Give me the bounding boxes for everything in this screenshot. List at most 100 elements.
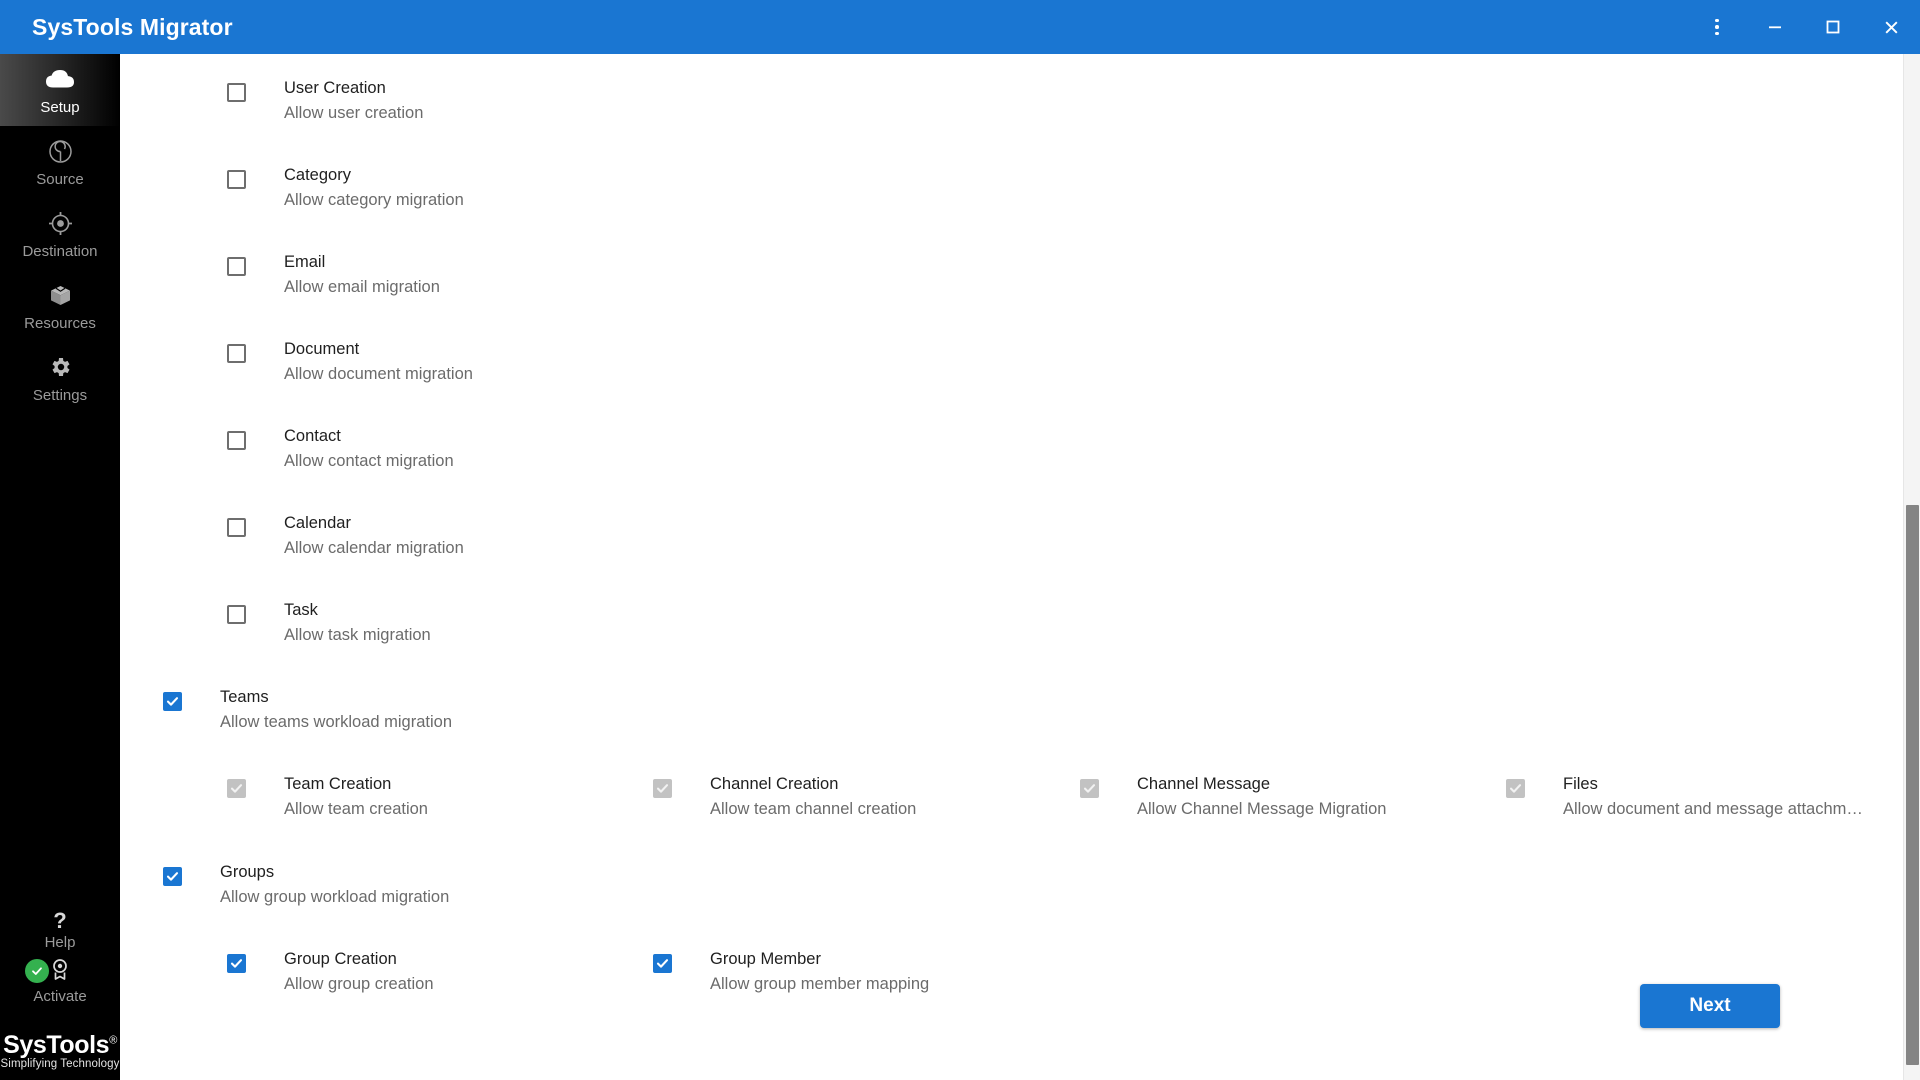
workload-labels: Calendar Allow calendar migration bbox=[284, 514, 464, 558]
cloud-icon bbox=[45, 66, 75, 92]
close-button[interactable] bbox=[1862, 0, 1920, 54]
application-window: SysTools Migrator Setup Source Destinati… bbox=[0, 0, 1920, 1080]
workload-title: Email bbox=[284, 253, 326, 271]
workload-row-group-creation[interactable]: Group Creation Allow group creation bbox=[227, 950, 627, 994]
workload-labels: Document Allow document migration bbox=[284, 340, 473, 384]
sidebar-item-resources[interactable]: Resources bbox=[0, 270, 120, 342]
workload-title: Files bbox=[1563, 775, 1598, 793]
app-title: SysTools Migrator bbox=[32, 13, 233, 40]
scrollbar-thumb[interactable] bbox=[1906, 505, 1919, 1065]
workload-labels: Files Allow document and message attachm… bbox=[1563, 775, 1863, 819]
close-icon bbox=[1885, 21, 1897, 33]
sidebar-item-settings[interactable]: Settings bbox=[0, 342, 120, 414]
systools-logo: SysTools® Simplifying Technology bbox=[0, 1031, 120, 1070]
activate-label: Activate bbox=[33, 988, 87, 1005]
workload-row-channel-message[interactable]: Channel Message Allow Channel Message Mi… bbox=[1080, 775, 1480, 819]
green-check-icon bbox=[25, 959, 49, 983]
workload-title: Group Creation bbox=[284, 950, 397, 968]
checkbox-category[interactable] bbox=[227, 170, 246, 189]
checkbox-task[interactable] bbox=[227, 605, 246, 624]
checkbox-email[interactable] bbox=[227, 257, 246, 276]
workload-labels: Group Member Allow group member mapping bbox=[710, 950, 1040, 994]
workload-title: Category bbox=[284, 166, 351, 184]
workload-row-team-creation[interactable]: Team Creation Allow team creation bbox=[227, 775, 627, 819]
activate-icon-row bbox=[0, 959, 120, 985]
minimize-button[interactable] bbox=[1746, 0, 1804, 54]
sidebar-item-label: Settings bbox=[32, 387, 88, 404]
source-radar-icon bbox=[48, 138, 73, 164]
checkbox-document[interactable] bbox=[227, 344, 246, 363]
sidebar: Setup Source Destination Resources Setti… bbox=[0, 54, 120, 1080]
sidebar-item-label: Destination bbox=[22, 243, 98, 260]
workload-subtitle: Allow document migration bbox=[284, 365, 473, 383]
menu-button[interactable] bbox=[1688, 0, 1746, 54]
workload-selection-panel: User Creation Allow user creation Catego… bbox=[120, 54, 1920, 1080]
question-mark-icon: ? bbox=[53, 908, 67, 933]
sidebar-item-source[interactable]: Source bbox=[0, 126, 120, 198]
workload-labels: Contact Allow contact migration bbox=[284, 427, 454, 471]
maximize-button[interactable] bbox=[1804, 0, 1862, 54]
sidebar-item-label: Source bbox=[36, 171, 84, 188]
sidebar-item-destination[interactable]: Destination bbox=[0, 198, 120, 270]
box-icon bbox=[48, 282, 73, 308]
workload-row-user-creation[interactable]: User Creation Allow user creation bbox=[227, 79, 423, 123]
checkbox-contact[interactable] bbox=[227, 431, 246, 450]
checkbox-user-creation[interactable] bbox=[227, 83, 246, 102]
next-button[interactable]: Next bbox=[1640, 984, 1780, 1028]
sidebar-item-help[interactable]: ? Help bbox=[0, 908, 120, 952]
workload-subtitle: Allow contact migration bbox=[284, 452, 454, 470]
workload-labels: Team Creation Allow team creation bbox=[284, 775, 614, 819]
checkbox-channel-creation bbox=[653, 779, 672, 798]
sidebar-item-setup[interactable]: Setup bbox=[0, 54, 120, 126]
workload-title: Team Creation bbox=[284, 775, 392, 793]
workload-row-document[interactable]: Document Allow document migration bbox=[227, 340, 473, 384]
workload-title: Task bbox=[284, 601, 318, 619]
workload-row-channel-creation[interactable]: Channel Creation Allow team channel crea… bbox=[653, 775, 1053, 819]
workload-row-groups[interactable]: Groups Allow group workload migration bbox=[163, 863, 449, 907]
workload-row-contact[interactable]: Contact Allow contact migration bbox=[227, 427, 454, 471]
workload-row-email[interactable]: Email Allow email migration bbox=[227, 253, 440, 297]
workload-subtitle: Allow Channel Message Migration bbox=[1137, 800, 1387, 818]
workload-row-files[interactable]: Files Allow document and message attachm… bbox=[1506, 775, 1876, 819]
target-crosshair-icon bbox=[48, 210, 73, 236]
checkbox-group-creation[interactable] bbox=[227, 954, 246, 973]
checkbox-calendar[interactable] bbox=[227, 518, 246, 537]
workload-labels: Channel Message Allow Channel Message Mi… bbox=[1137, 775, 1467, 819]
workload-title: Teams bbox=[220, 688, 269, 706]
workload-subtitle: Allow document and message attachmen… bbox=[1563, 800, 1863, 818]
workload-subtitle: Allow user creation bbox=[284, 104, 424, 122]
workload-subtitle: Allow calendar migration bbox=[284, 539, 464, 557]
help-label: Help bbox=[44, 934, 76, 951]
sidebar-footer: ? Help Activate SysTools® Simplifying Te… bbox=[0, 908, 120, 1080]
workload-title: Document bbox=[284, 340, 360, 358]
workload-row-task[interactable]: Task Allow task migration bbox=[227, 601, 431, 645]
workload-title: User Creation bbox=[284, 79, 386, 97]
workload-labels: Group Creation Allow group creation bbox=[284, 950, 614, 994]
workload-row-category[interactable]: Category Allow category migration bbox=[227, 166, 464, 210]
vertical-scrollbar[interactable] bbox=[1903, 54, 1920, 1080]
workload-title: Calendar bbox=[284, 514, 351, 532]
workload-subtitle: Allow team creation bbox=[284, 800, 428, 818]
workload-labels: Channel Creation Allow team channel crea… bbox=[710, 775, 1040, 819]
workload-subtitle: Allow email migration bbox=[284, 278, 440, 296]
checkbox-channel-message bbox=[1080, 779, 1099, 798]
checkbox-team-creation bbox=[227, 779, 246, 798]
minimize-icon bbox=[1769, 26, 1781, 29]
workload-row-teams[interactable]: Teams Allow teams workload migration bbox=[163, 688, 452, 732]
workload-subtitle: Allow group member mapping bbox=[710, 975, 930, 993]
checkbox-teams[interactable] bbox=[163, 692, 182, 711]
sidebar-item-activate[interactable]: Activate bbox=[0, 959, 120, 1005]
checkbox-groups[interactable] bbox=[163, 867, 182, 886]
workload-row-group-member[interactable]: Group Member Allow group member mapping bbox=[653, 950, 1053, 994]
workload-subtitle: Allow group creation bbox=[284, 975, 434, 993]
workload-subtitle: Allow team channel creation bbox=[710, 800, 917, 818]
more-vertical-icon bbox=[1715, 18, 1719, 36]
workload-labels: Teams Allow teams workload migration bbox=[220, 688, 452, 732]
title-bar: SysTools Migrator bbox=[0, 0, 1920, 54]
registered-mark: ® bbox=[109, 1034, 117, 1047]
workload-row-calendar[interactable]: Calendar Allow calendar migration bbox=[227, 514, 464, 558]
workload-subtitle: Allow category migration bbox=[284, 191, 464, 209]
workload-labels: Task Allow task migration bbox=[284, 601, 431, 645]
checkbox-group-member[interactable] bbox=[653, 954, 672, 973]
workload-title: Contact bbox=[284, 427, 341, 445]
